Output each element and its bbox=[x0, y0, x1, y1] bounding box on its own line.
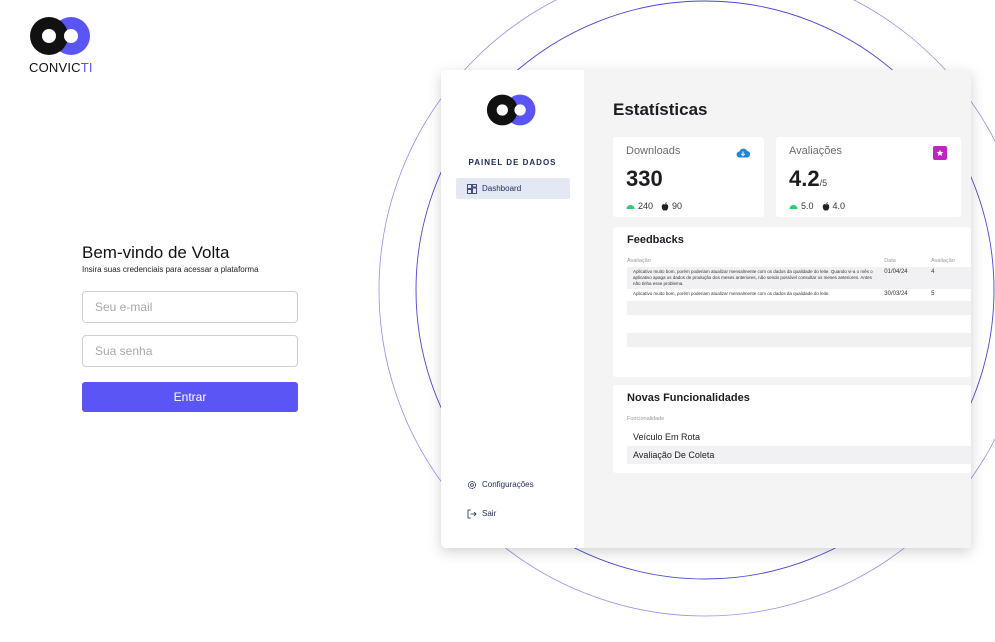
login-title: Bem-vindo de Volta bbox=[82, 243, 230, 262]
login-form: Bem-vindo de Volta Insira suas credencia… bbox=[82, 243, 298, 412]
nav-item-label: Configurações bbox=[482, 480, 534, 489]
convicti-logo-icon bbox=[486, 94, 536, 126]
ios-value: 4.0 bbox=[832, 201, 846, 211]
android-value: 240 bbox=[638, 201, 654, 211]
dashboard-preview: PAINEL DE DADOS Dashboard Configurações … bbox=[441, 70, 971, 548]
ios-stat: 90 bbox=[661, 201, 682, 211]
preview-sidebar: PAINEL DE DADOS Dashboard Configurações … bbox=[441, 70, 584, 548]
col-feature: Funcionalidade bbox=[627, 416, 665, 422]
android-stat: 5.0 bbox=[789, 201, 814, 211]
nav-item-label: Dashboard bbox=[482, 184, 522, 193]
android-value: 5.0 bbox=[801, 201, 814, 211]
brand-name-accent: TI bbox=[80, 60, 93, 75]
ratings-unit: /5 bbox=[819, 178, 828, 188]
table-row: Aplicativo muito bom, porém poderiam atu… bbox=[627, 289, 971, 299]
table-row: Aplicativo muito bom, porém poderiam atu… bbox=[627, 267, 971, 289]
col-review: Avaliação bbox=[627, 258, 651, 264]
ratings-value: 4.2/5 bbox=[789, 166, 827, 192]
ios-stat: 4.0 bbox=[822, 201, 846, 211]
downloads-label: Downloads bbox=[626, 145, 681, 157]
review-rating: 4 bbox=[931, 269, 935, 275]
downloads-value: 330 bbox=[626, 166, 663, 191]
review-rating: 5 bbox=[931, 291, 935, 297]
nav-item-settings[interactable]: Configurações bbox=[456, 474, 570, 495]
ios-value: 90 bbox=[672, 201, 683, 211]
review-text: Aplicativo muito bom, porém poderiam atu… bbox=[633, 269, 873, 286]
ratings-number: 4.2 bbox=[789, 166, 820, 191]
preview-main: Estatísticas Downloads 330 240 90 Avalia… bbox=[584, 70, 971, 548]
android-icon bbox=[789, 204, 798, 209]
apple-icon bbox=[822, 201, 829, 211]
review-date: 01/04/24 bbox=[884, 269, 908, 275]
list-item: Veículo Em Rota bbox=[633, 432, 701, 442]
brand-name: CONVICTI bbox=[29, 60, 93, 75]
android-stat: 240 bbox=[626, 201, 653, 211]
gear-icon bbox=[467, 480, 477, 489]
features-card: Novas Funcionalidades Funcionalidade Veí… bbox=[613, 385, 971, 473]
features-title: Novas Funcionalidades bbox=[627, 392, 750, 404]
email-field[interactable] bbox=[82, 291, 298, 323]
ratings-breakdown: 5.0 4.0 bbox=[789, 201, 845, 211]
table-row-empty bbox=[627, 301, 971, 315]
col-rating: Avaliação bbox=[931, 258, 955, 264]
star-badge-icon bbox=[933, 146, 947, 160]
convicti-logo-icon bbox=[30, 17, 90, 55]
nav-item-label: Sair bbox=[482, 509, 497, 518]
login-subtitle: Insira suas credenciais para acessar a p… bbox=[82, 265, 259, 274]
login-button[interactable]: Entrar bbox=[82, 382, 298, 412]
review-date: 30/03/24 bbox=[884, 291, 908, 297]
brand-logo: CONVICTI bbox=[29, 15, 93, 75]
col-date: Data bbox=[884, 258, 896, 264]
panel-title: PAINEL DE DADOS bbox=[468, 158, 557, 167]
logout-icon bbox=[467, 509, 477, 518]
table-row-empty bbox=[627, 317, 971, 331]
cloud-download-icon bbox=[736, 146, 750, 160]
feedbacks-card: Feedbacks Avaliação Data Avaliação Aplic… bbox=[613, 227, 971, 377]
review-text: Aplicativo muito bom, porém poderiam atu… bbox=[633, 291, 830, 296]
feedbacks-table: Avaliação Data Avaliação Aplicativo muit… bbox=[627, 255, 971, 347]
features-table: Funcionalidade Veículo Em Rota Avaliação… bbox=[627, 416, 971, 464]
dashboard-icon bbox=[467, 183, 477, 194]
ratings-label: Avaliações bbox=[789, 145, 842, 157]
table-row-empty bbox=[627, 333, 971, 347]
password-field[interactable] bbox=[82, 335, 298, 367]
ratings-card: Avaliações 4.2/5 5.0 4.0 bbox=[776, 137, 961, 217]
brand-name-main: CONVIC bbox=[29, 60, 81, 75]
table-header: Avaliação Data Avaliação bbox=[627, 255, 971, 267]
apple-icon bbox=[661, 201, 669, 211]
android-icon bbox=[626, 204, 635, 209]
list-item: Avaliação De Coleta bbox=[627, 446, 971, 464]
nav-item-dashboard[interactable]: Dashboard bbox=[456, 178, 570, 199]
feedbacks-title: Feedbacks bbox=[627, 234, 684, 246]
page-title: Estatísticas bbox=[613, 100, 708, 119]
downloads-card: Downloads 330 240 90 bbox=[613, 137, 764, 217]
downloads-breakdown: 240 90 bbox=[626, 201, 682, 211]
nav-item-logout[interactable]: Sair bbox=[456, 503, 570, 524]
